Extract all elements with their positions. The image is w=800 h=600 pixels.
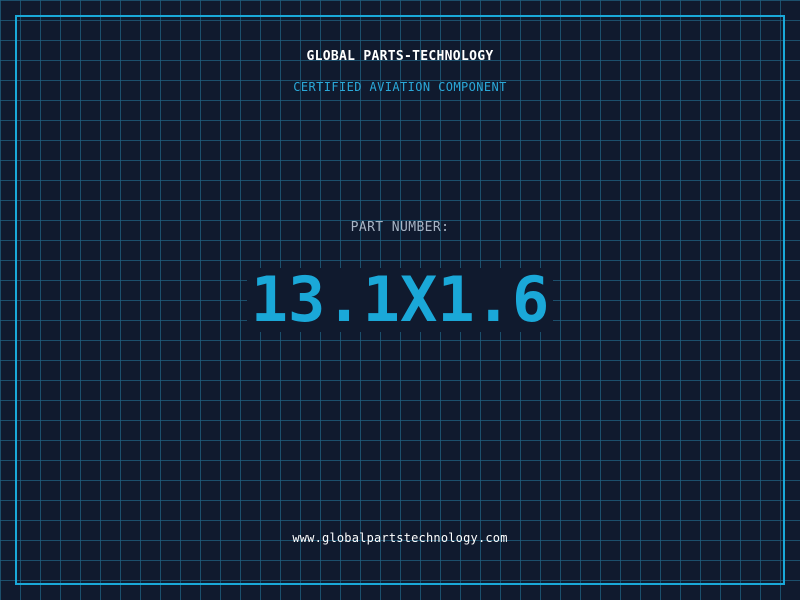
- part-number-container: 13.1X1.6: [0, 268, 800, 332]
- company-name: GLOBAL PARTS-TECHNOLOGY: [306, 49, 494, 64]
- website-url: www.globalpartstechnology.com: [292, 531, 508, 545]
- certification-subtitle: CERTIFIED AVIATION COMPONENT: [293, 80, 507, 94]
- part-number-value: 13.1X1.6: [246, 268, 554, 332]
- part-number-label: PART NUMBER:: [350, 220, 450, 235]
